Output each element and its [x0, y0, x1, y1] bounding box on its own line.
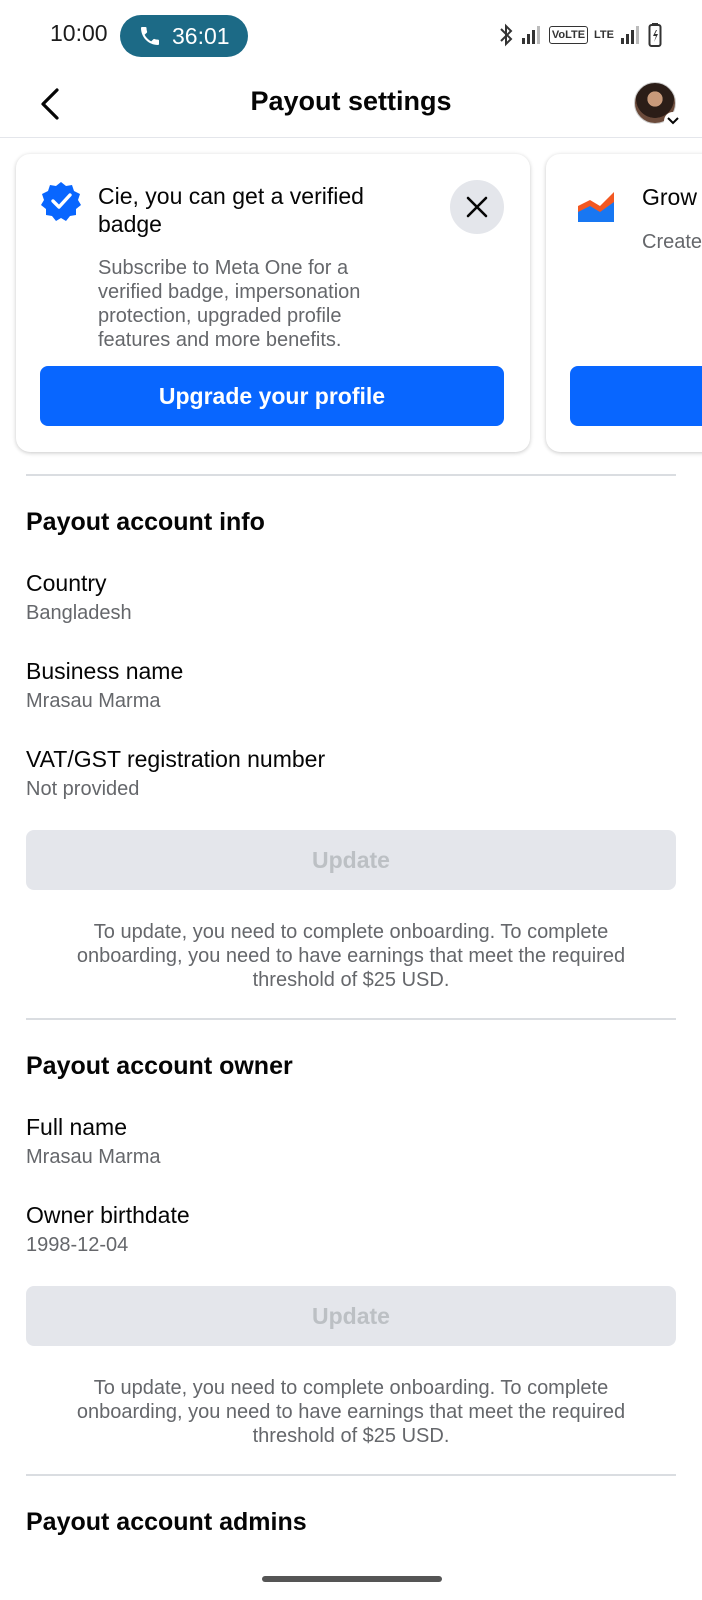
card-title: Cie, you can get a verified badge — [98, 183, 364, 237]
grow-card-button[interactable] — [570, 366, 702, 426]
full-name-label: Full name — [26, 1114, 127, 1140]
divider — [26, 1474, 676, 1476]
status-time: 10:00 — [50, 20, 108, 46]
ongoing-call-pill[interactable]: 36:01 — [120, 15, 248, 57]
country-label: Country — [26, 570, 107, 596]
onboarding-helper-text: To update, you need to complete onboardi… — [76, 921, 626, 991]
vat-number-label: VAT/GST registration number — [26, 746, 326, 772]
signal-icon — [521, 26, 540, 44]
birthdate-label: Owner birthdate — [26, 1202, 190, 1228]
lte-icon: LTE — [594, 28, 614, 41]
verified-badge-icon — [41, 182, 81, 221]
business-name-label: Business name — [26, 658, 184, 684]
divider — [26, 1018, 676, 1020]
home-indicator[interactable] — [262, 1576, 442, 1582]
section-title-account-admins: Payout account admins — [26, 1508, 307, 1536]
country-value: Bangladesh — [26, 602, 132, 624]
full-name-value: Mrasau Marma — [26, 1146, 161, 1168]
upgrade-profile-button[interactable]: Upgrade your profile — [40, 366, 504, 426]
verified-badge-card: Cie, you can get a verified badge Subscr… — [16, 154, 530, 452]
app-header: Payout settings — [0, 72, 702, 138]
status-icons: VoLTE LTE — [497, 22, 662, 48]
card-description: Subscribe to Meta One for a verified bad… — [98, 257, 361, 351]
close-button[interactable] — [450, 180, 504, 234]
close-icon — [466, 196, 488, 218]
update-account-info-button[interactable]: Update — [26, 830, 676, 890]
vat-number-value: Not provided — [26, 778, 140, 800]
promo-carousel[interactable]: Cie, you can get a verified badge Subscr… — [0, 150, 702, 460]
card-title: Grow — [642, 184, 697, 210]
birthdate-value: 1998-12-04 — [26, 1234, 129, 1256]
profile-switcher[interactable] — [634, 82, 682, 130]
card-description: Create and bu — [642, 231, 702, 253]
onboarding-helper-text: To update, you need to complete onboardi… — [76, 1377, 626, 1447]
bluetooth-icon — [500, 23, 513, 47]
business-name-value: Mrasau Marma — [26, 690, 161, 712]
navigation-bar-area — [0, 1546, 702, 1600]
signal-icon-2 — [621, 26, 639, 44]
call-timer: 36:01 — [172, 22, 230, 49]
volte-icon: VoLTE — [548, 26, 589, 44]
chevron-down-icon — [664, 112, 682, 130]
growth-chart-icon — [578, 192, 614, 222]
grow-card: Grow Create and bu — [546, 154, 702, 452]
section-title-account-owner: Payout account owner — [26, 1052, 293, 1080]
page-title: Payout settings — [250, 86, 452, 116]
section-title-account-info: Payout account info — [26, 508, 265, 536]
battery-icon — [648, 23, 662, 47]
status-bar: 10:00 36:01 VoLTE LTE — [0, 0, 702, 72]
update-account-owner-button[interactable]: Update — [26, 1286, 676, 1346]
divider — [26, 474, 676, 476]
phone-icon — [141, 27, 159, 45]
